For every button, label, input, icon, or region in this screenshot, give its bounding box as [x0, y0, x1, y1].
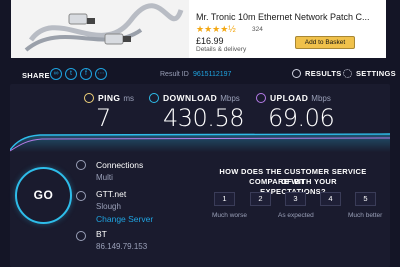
add-to-basket-button[interactable]: Add to Basket — [295, 36, 355, 49]
download-header: DOWNLOAD Mbps — [149, 93, 240, 103]
scale-mid-label: As expected — [278, 212, 314, 219]
rating-option-1[interactable]: 1 — [214, 192, 235, 206]
download-unit: Mbps — [220, 93, 240, 103]
isp-ip: 86.149.79.153 — [96, 242, 148, 251]
settings-button[interactable]: SETTINGS — [343, 69, 396, 78]
speed-graph — [10, 133, 390, 152]
results-label: RESULTS — [305, 69, 342, 78]
gear-icon — [343, 69, 352, 78]
download-label: DOWNLOAD — [163, 93, 218, 103]
toolbar: SHARE ∞ t f ⋯ Result ID 9615112197 RESUL… — [0, 64, 400, 84]
twitter-icon[interactable]: t — [65, 68, 77, 80]
scale-low-label: Much worse — [212, 212, 248, 219]
upload-label: UPLOAD — [270, 93, 309, 103]
go-button[interactable]: GO — [15, 167, 72, 224]
rating-option-5[interactable]: 5 — [355, 192, 376, 206]
result-id-link[interactable]: 9615112197 — [193, 71, 231, 78]
ad-banner[interactable]: Mr. Tronic 10m Ethernet Network Patch C.… — [11, 0, 386, 58]
rating-option-3[interactable]: 3 — [285, 192, 306, 206]
ad-title[interactable]: Mr. Tronic 10m Ethernet Network Patch C.… — [196, 12, 370, 22]
globe-icon — [76, 191, 86, 201]
link-icon[interactable]: ∞ — [50, 68, 62, 80]
results-button[interactable]: RESULTS — [292, 69, 342, 78]
user-icon — [76, 231, 86, 241]
rating-option-2[interactable]: 2 — [250, 192, 271, 206]
server-location: Slough — [96, 202, 121, 211]
connections-title: Connections — [96, 160, 144, 170]
download-graph-area — [10, 134, 390, 152]
ping-label: PING — [98, 93, 121, 103]
result-id-label: Result ID — [160, 71, 189, 78]
product-image[interactable] — [11, 0, 189, 58]
ad-details-link[interactable]: Details & delivery — [196, 46, 246, 53]
results-icon — [292, 69, 301, 78]
upload-header: UPLOAD Mbps — [256, 93, 331, 103]
ad-price: £16.99 — [196, 36, 224, 46]
scale-high-label: Much better — [348, 212, 383, 219]
server-name: GTT.net — [96, 189, 127, 199]
download-icon — [149, 93, 159, 103]
connections-icon — [76, 160, 86, 170]
upload-unit: Mbps — [311, 93, 331, 103]
isp-name: BT — [96, 229, 107, 239]
ping-icon — [84, 93, 94, 103]
facebook-icon[interactable]: f — [80, 68, 92, 80]
ping-header: PING ms — [84, 93, 134, 103]
upload-icon — [256, 93, 266, 103]
ad-rating-count: 324 — [252, 26, 263, 33]
rating-option-4[interactable]: 4 — [320, 192, 341, 206]
share-label: SHARE — [22, 71, 50, 80]
ad-star-rating: ★★★★½ — [196, 24, 236, 34]
connections-mode[interactable]: Multi — [96, 173, 113, 182]
more-icon[interactable]: ⋯ — [95, 68, 107, 80]
settings-label: SETTINGS — [356, 69, 396, 78]
ping-unit: ms — [123, 93, 135, 103]
change-server-link[interactable]: Change Server — [96, 214, 153, 224]
